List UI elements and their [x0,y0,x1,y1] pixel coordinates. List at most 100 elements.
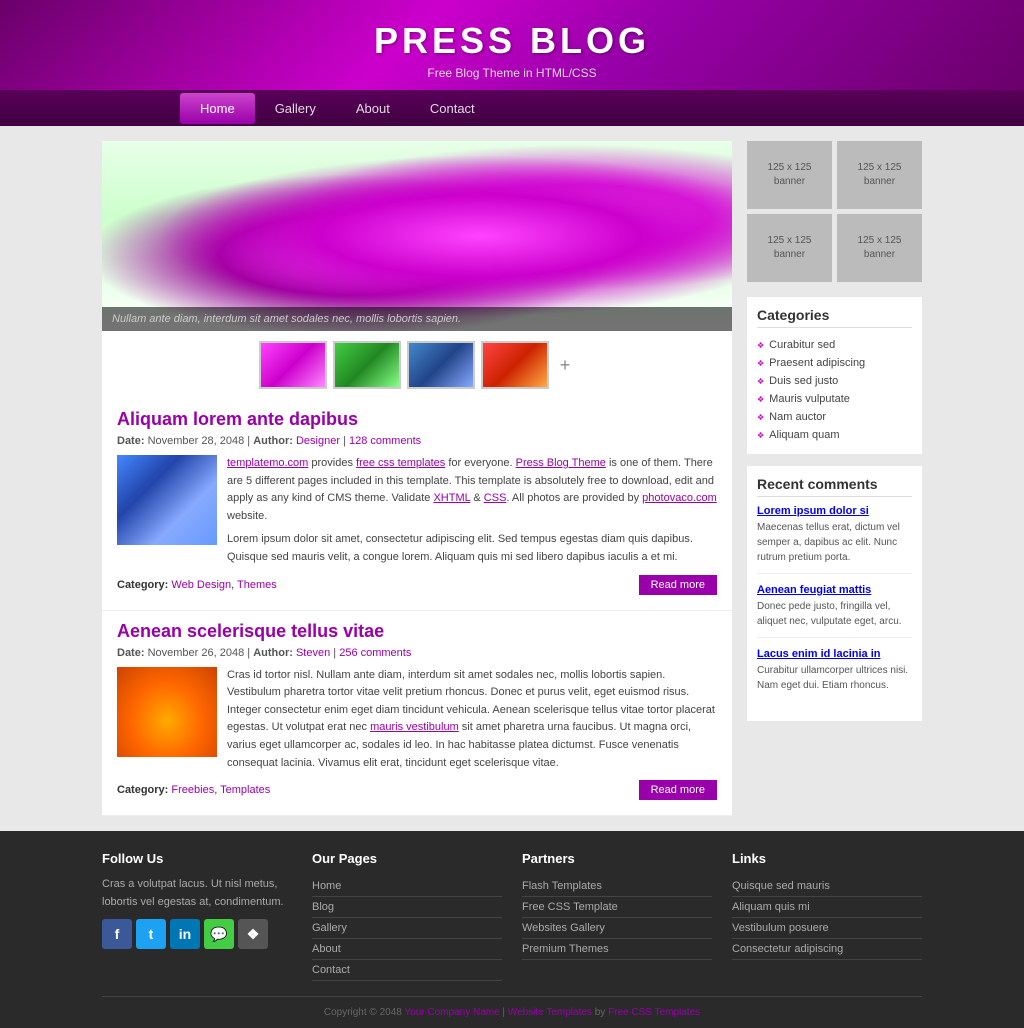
link-1-link[interactable]: Quisque sed mauris [732,880,830,892]
post-1-read-more[interactable]: Read more [639,575,717,595]
cat-5-link[interactable]: Nam auctor [769,411,826,423]
cat-1-link[interactable]: Curabitur sed [769,339,835,351]
post-2-comments[interactable]: 256 comments [339,647,411,659]
banner-1[interactable]: 125 x 125banner [747,141,832,209]
footer-links-title: Links [732,851,922,866]
website-templates-link[interactable]: Website Templates [508,1007,592,1018]
post-1-text-p2: Lorem ipsum dolor sit amet, consectetur … [227,531,717,566]
more-thumbs[interactable]: + [555,355,575,376]
footer-page-contact-link[interactable]: Contact [312,964,350,976]
post-2-author[interactable]: Steven [296,647,330,659]
post-2-cat-templates[interactable]: Templates [220,784,270,796]
categories-section: Categories Curabitur sed Praesent adipis… [747,297,922,454]
templatemo-link[interactable]: templatemo.com [227,457,308,469]
post-1-body: templatemo.com provides free css templat… [117,455,717,567]
thumb-1[interactable] [259,341,327,389]
linkedin-icon[interactable]: in [170,919,200,949]
press-blog-link[interactable]: Press Blog Theme [516,457,606,469]
group-icon[interactable]: ❖ [238,919,268,949]
partner-4-link[interactable]: Premium Themes [522,943,609,955]
footer-bottom: Copyright © 2048 Your Company Name | Web… [102,996,922,1018]
post-2-title-link[interactable]: Aenean scelerisque tellus vitae [117,621,384,641]
categories-title: Categories [757,307,912,328]
recent-comment-2: Aenean feugiat mattis Donec pede justo, … [757,584,912,638]
facebook-icon[interactable]: f [102,919,132,949]
header: PRESS BLOG Free Blog Theme in HTML/CSS [0,0,1024,90]
footer-partners-list: Flash Templates Free CSS Template Websit… [522,876,712,960]
recent-comment-1-link[interactable]: Lorem ipsum dolor si [757,505,869,517]
photovaco-link[interactable]: photovaco.com [642,492,717,504]
thumb-4[interactable] [481,341,549,389]
banner-2[interactable]: 125 x 125banner [837,141,922,209]
partner-4: Premium Themes [522,939,712,960]
twitter-icon[interactable]: t [136,919,166,949]
partner-1-link[interactable]: Flash Templates [522,880,602,892]
footer-page-home-link[interactable]: Home [312,880,341,892]
post-2-text-p1: Cras id tortor nisl. Nullam ante diam, i… [227,667,717,773]
link-2: Aliquam quis mi [732,897,922,918]
slider-thumbnails: + [102,331,732,399]
cat-6-link[interactable]: Aliquam quam [769,429,839,441]
post-1-text-p1: templatemo.com provides free css templat… [227,455,717,525]
partner-3-link[interactable]: Websites Gallery [522,922,605,934]
recent-comment-2-link[interactable]: Aenean feugiat mattis [757,584,871,596]
post-1-meta: Date: November 28, 2048 | Author: Design… [117,435,717,447]
free-css-footer-link[interactable]: Free CSS Templates [608,1007,700,1018]
slider-caption: Nullam ante diam, interdum sit amet soda… [102,307,732,331]
mauris-vestibulum-link[interactable]: mauris vestibulum [370,721,459,733]
cat-5: Nam auctor [757,408,912,426]
footer-page-contact: Contact [312,960,502,981]
recent-comments-section: Recent comments Lorem ipsum dolor si Mae… [747,466,922,721]
post-1-comments[interactable]: 128 comments [349,435,421,447]
nav-gallery[interactable]: Gallery [255,93,336,124]
footer-page-blog-link[interactable]: Blog [312,901,334,913]
link-2-link[interactable]: Aliquam quis mi [732,901,810,913]
nav-contact[interactable]: Contact [410,93,495,124]
thumb-2[interactable] [333,341,401,389]
post-2-title: Aenean scelerisque tellus vitae [117,621,717,642]
post-2: Aenean scelerisque tellus vitae Date: No… [102,611,732,817]
copyright-text: Copyright © 2048 [324,1007,402,1018]
thumb-3[interactable] [407,341,475,389]
footer-page-about-link[interactable]: About [312,943,341,955]
recent-comments-title: Recent comments [757,476,912,497]
post-1: Aliquam lorem ante dapibus Date: Novembe… [102,399,732,611]
footer-partners-title: Partners [522,851,712,866]
footer-columns: Follow Us Cras a volutpat lacus. Ut nisl… [102,851,922,996]
nav-about[interactable]: About [336,93,410,124]
free-css-link[interactable]: free css templates [356,457,445,469]
by-text: by [595,1007,606,1018]
recent-comment-1-title: Lorem ipsum dolor si [757,505,912,517]
partner-2-link[interactable]: Free CSS Template [522,901,618,913]
post-1-cat-themes[interactable]: Themes [237,579,277,591]
banner-4[interactable]: 125 x 125banner [837,214,922,282]
wrapper: Nullam ante diam, interdum sit amet soda… [102,126,922,831]
recent-comment-1-text: Maecenas tellus erat, dictum vel semper … [757,520,912,565]
cat-3-link[interactable]: Duis sed justo [769,375,838,387]
link-3-link[interactable]: Vestibulum posuere [732,922,829,934]
post-1-cat-webdesign[interactable]: Web Design [171,579,231,591]
nav-home[interactable]: Home [180,93,255,124]
link-3: Vestibulum posuere [732,918,922,939]
post-2-text: Cras id tortor nisl. Nullam ante diam, i… [227,667,717,773]
post-1-footer: Category: Web Design, Themes Read more [117,575,717,595]
css-link[interactable]: CSS [484,492,507,504]
post-1-author[interactable]: Designer [296,435,340,447]
cat-2-link[interactable]: Praesent adipiscing [769,357,865,369]
link-1: Quisque sed mauris [732,876,922,897]
banner-3[interactable]: 125 x 125banner [747,214,832,282]
footer-page-gallery-link[interactable]: Gallery [312,922,347,934]
recent-comment-3-link[interactable]: Lacus enim id lacinia in [757,648,880,660]
post-1-text: templatemo.com provides free css templat… [227,455,717,567]
cat-4-link[interactable]: Mauris vulputate [769,393,850,405]
cat-3: Duis sed justo [757,372,912,390]
xhtml-link[interactable]: XHTML [433,492,470,504]
message-icon[interactable]: 💬 [204,919,234,949]
footer-links-list: Quisque sed mauris Aliquam quis mi Vesti… [732,876,922,960]
link-4-link[interactable]: Consectetur adipiscing [732,943,843,955]
post-2-cat-freebies[interactable]: Freebies [171,784,214,796]
post-1-title-link[interactable]: Aliquam lorem ante dapibus [117,409,358,429]
post-2-read-more[interactable]: Read more [639,780,717,800]
company-link[interactable]: Your Company Name [404,1007,499,1018]
partner-1: Flash Templates [522,876,712,897]
